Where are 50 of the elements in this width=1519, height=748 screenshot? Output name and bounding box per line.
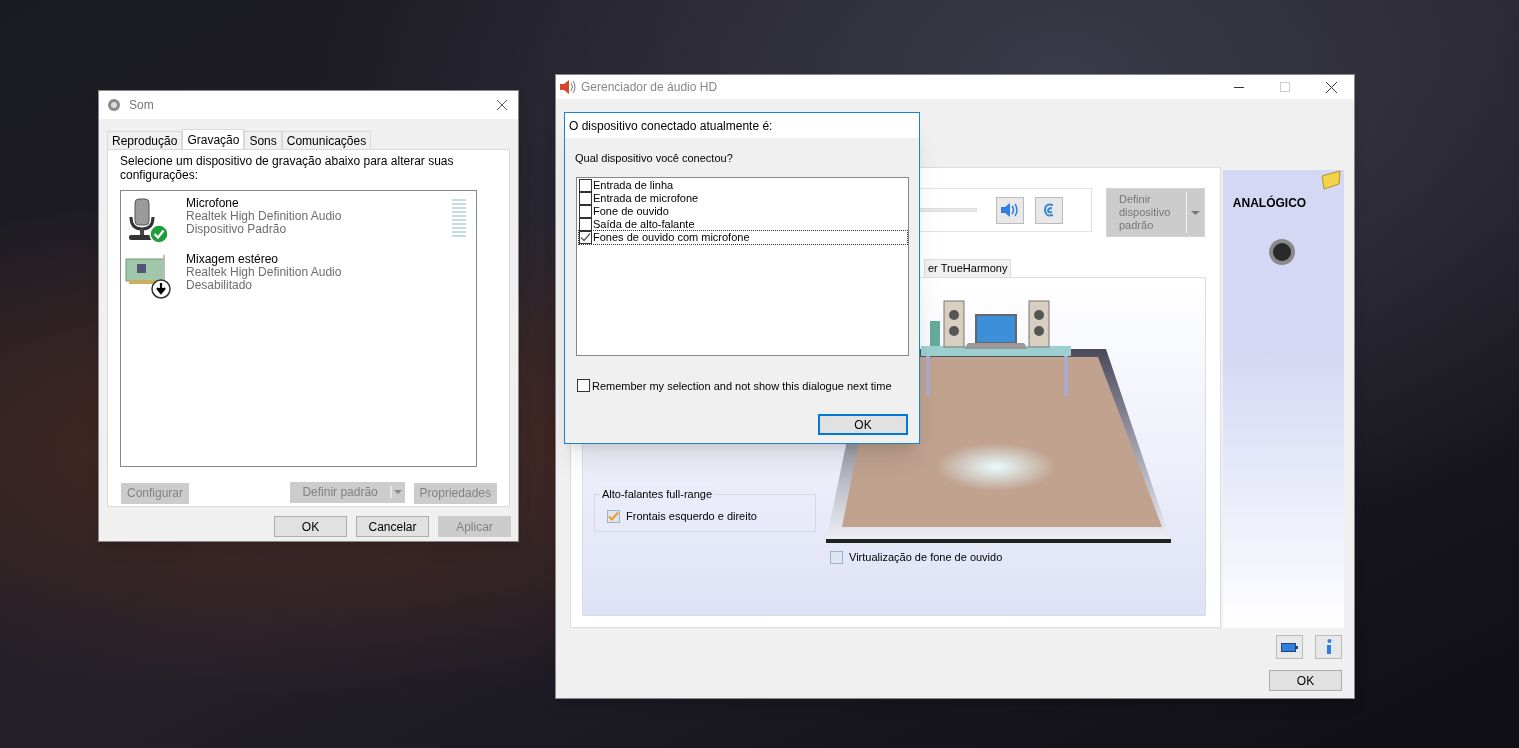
device-status: Desabilitado [186, 279, 253, 292]
swirl-button[interactable] [1035, 196, 1063, 224]
tab[interactable]: Reprodução [107, 131, 183, 149]
list-item[interactable]: Fone de ouvido [579, 204, 907, 218]
device-driver: Realtek High Definition Audio [186, 210, 342, 223]
list-item[interactable]: Saída de alto-falante [579, 217, 907, 231]
tab[interactable]: Sons [244, 131, 282, 149]
info-icon [1324, 639, 1333, 655]
checkbox[interactable] [577, 379, 590, 393]
dialog-title: O dispositivo conectado atualmente é: [569, 117, 773, 135]
question-text: Qual dispositivo você conectou? [575, 151, 734, 166]
folder-icon [1320, 170, 1342, 190]
checkbox[interactable] [607, 509, 620, 523]
tab[interactable]: Comunicações [281, 131, 372, 149]
instruction-text: Selecione um dispositivo de gravação abaixo para alterar suas configurações: [120, 154, 455, 182]
audio-jack-icon [1268, 238, 1296, 266]
device-status: Dispositivo Padrão [186, 223, 288, 236]
button[interactable]: Cancelar [356, 516, 429, 537]
tab[interactable]: Gravação [182, 129, 245, 149]
battery-button[interactable] [1276, 635, 1303, 659]
level-meter [452, 199, 466, 237]
checkbox-label: Remember my selection and not show this dialogue next time [592, 378, 892, 394]
ok-button[interactable]: OK [818, 414, 908, 435]
button[interactable]: OK [274, 516, 347, 537]
checkbox-label: Virtualização de fone de ouvido [849, 550, 1003, 565]
group-title: Alto-falantes full-range [600, 487, 715, 501]
speaker-button[interactable] [996, 196, 1024, 224]
list-item[interactable]: Entrada de microfone [579, 191, 907, 205]
checkbox[interactable] [830, 550, 843, 564]
checkbox-label: Frontais esquerdo e direito [626, 509, 757, 524]
connector-label: ANALÓGICO [1232, 194, 1307, 212]
swirl-icon [1042, 202, 1056, 218]
device-name[interactable]: Mixagem estéreo [186, 253, 342, 266]
minimize-icon[interactable] [1234, 86, 1244, 88]
caret-icon [389, 486, 404, 498]
list-item[interactable]: Fones de ouvido com microfone [579, 230, 907, 244]
checkbox[interactable] [579, 178, 592, 192]
window-title: Som [129, 97, 154, 114]
sound-card-icon [125, 253, 171, 301]
battery-icon [1281, 642, 1298, 652]
window-title: Gerenciador de áudio HD [581, 79, 718, 96]
device-driver: Realtek High Definition Audio [186, 266, 342, 279]
device-name[interactable]: Microfone [186, 197, 342, 210]
close-icon[interactable] [1325, 81, 1337, 93]
button[interactable]: OK [1269, 670, 1342, 691]
info-button[interactable] [1315, 635, 1342, 659]
list-item[interactable]: Entrada de linha [579, 178, 907, 192]
tab[interactable]: er TrueHarmony [924, 259, 1012, 277]
close-icon[interactable] [496, 99, 508, 111]
checkbox[interactable] [579, 230, 592, 244]
